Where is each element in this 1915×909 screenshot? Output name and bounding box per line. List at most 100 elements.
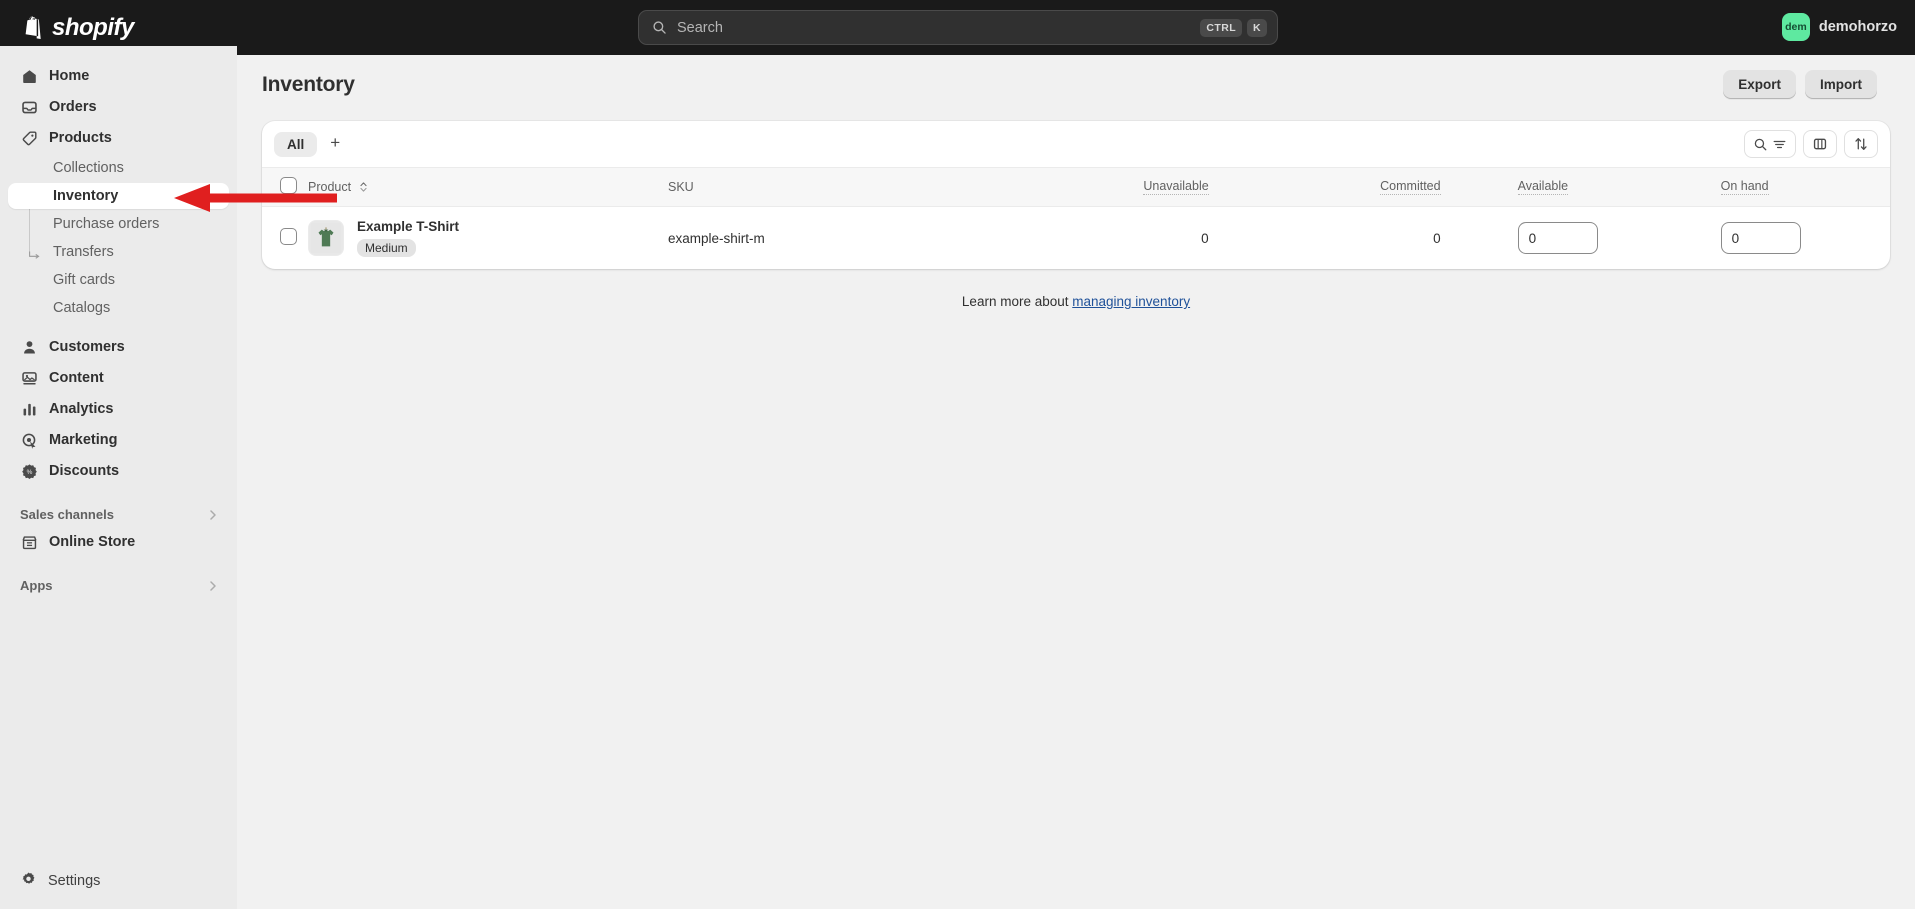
sidebar-section-apps[interactable]: Apps — [20, 578, 219, 593]
select-all-header — [262, 168, 308, 207]
edit-columns-icon — [1812, 136, 1828, 152]
sidebar-item-collections[interactable]: Collections — [8, 155, 229, 181]
table-tool-buttons — [1744, 130, 1878, 158]
sidebar-item-inventory[interactable]: Inventory — [8, 183, 229, 209]
on-hand-input[interactable] — [1721, 222, 1801, 254]
sidebar-item-label: Gift cards — [53, 272, 115, 288]
sidebar-item-label: Marketing — [49, 432, 118, 448]
column-label: On hand — [1721, 179, 1769, 195]
content-icon — [20, 369, 38, 387]
home-icon — [20, 67, 38, 85]
shopify-logo[interactable]: shopify — [22, 14, 134, 42]
view-tabs: All + — [274, 132, 350, 157]
sort-button[interactable] — [1844, 130, 1878, 158]
page-header-actions: Export Import — [1723, 70, 1877, 99]
sidebar-item-settings[interactable]: Settings — [8, 867, 229, 895]
sidebar-item-home[interactable]: Home — [8, 62, 229, 90]
row-checkbox[interactable] — [280, 228, 297, 245]
import-button[interactable]: Import — [1805, 70, 1877, 99]
sidebar-item-catalogs[interactable]: Catalogs — [8, 295, 229, 321]
sort-chevron-icon — [359, 181, 368, 193]
section-label: Apps — [20, 578, 53, 593]
sidebar-item-online-store[interactable]: Online Store — [8, 528, 229, 556]
search-icon — [1753, 137, 1768, 152]
sidebar-item-customers[interactable]: Customers — [8, 333, 229, 361]
sidebar-item-orders[interactable]: Orders — [8, 93, 229, 121]
sidebar-item-transfers[interactable]: Transfers — [8, 239, 229, 265]
sidebar: Home Orders Products Collections Invento… — [0, 46, 237, 909]
kbd-k: K — [1247, 19, 1267, 37]
column-label: Product — [308, 180, 351, 194]
column-header-committed: Committed — [1265, 168, 1502, 207]
learn-more-prefix: Learn more about — [962, 294, 1072, 309]
tshirt-image — [311, 223, 341, 253]
table-row[interactable]: Example T-Shirt Medium example-shirt-m 0… — [262, 207, 1890, 270]
sidebar-item-label: Settings — [48, 873, 100, 889]
column-header-product[interactable]: Product — [308, 168, 668, 207]
brand-name: shopify — [52, 14, 134, 42]
column-label: SKU — [668, 180, 694, 194]
sku-value: example-shirt-m — [668, 231, 765, 246]
product-thumbnail — [308, 220, 344, 256]
sidebar-item-label: Analytics — [49, 401, 113, 417]
managing-inventory-link[interactable]: managing inventory — [1072, 294, 1190, 309]
learn-more-text: Learn more about managing inventory — [237, 294, 1915, 309]
global-search-input[interactable]: Search CTRL K — [638, 10, 1278, 45]
user-menu-button[interactable]: dem demohorzo — [1780, 11, 1905, 43]
page-title: Inventory — [262, 73, 355, 97]
row-select-cell — [262, 207, 308, 270]
table-header-row: Product SKU Unavailable Committed — [262, 168, 1890, 207]
gear-icon — [20, 871, 37, 892]
add-view-button[interactable]: + — [320, 132, 350, 157]
table-header: Product SKU Unavailable Committed — [262, 168, 1890, 207]
select-all-checkbox[interactable] — [280, 177, 297, 194]
column-header-sku: SKU — [668, 168, 1028, 207]
sidebar-item-label: Catalogs — [53, 300, 110, 316]
sort-icon — [1853, 136, 1869, 152]
sidebar-item-products[interactable]: Products — [8, 124, 229, 152]
edit-columns-button[interactable] — [1803, 130, 1837, 158]
avatar: dem — [1782, 13, 1810, 41]
sidebar-item-purchase-orders[interactable]: Purchase orders — [8, 211, 229, 237]
column-header-unavailable: Unavailable — [1028, 168, 1265, 207]
tab-all[interactable]: All — [274, 132, 317, 157]
sidebar-item-label: Products — [49, 130, 112, 146]
marketing-icon — [20, 431, 38, 449]
column-label: Available — [1518, 179, 1569, 195]
sidebar-item-label: Content — [49, 370, 104, 386]
sidebar-item-label: Inventory — [53, 188, 118, 204]
column-label: Unavailable — [1143, 179, 1208, 195]
orders-icon — [20, 98, 38, 116]
discount-icon: % — [20, 462, 38, 480]
column-label: Committed — [1380, 179, 1440, 195]
product-cell: Example T-Shirt Medium — [308, 207, 668, 270]
sidebar-item-marketing[interactable]: Marketing — [8, 426, 229, 454]
section-label: Sales channels — [20, 507, 114, 522]
filter-icon — [1772, 137, 1787, 152]
sidebar-item-analytics[interactable]: Analytics — [8, 395, 229, 423]
chevron-right-icon — [207, 580, 219, 592]
sidebar-item-label: Purchase orders — [53, 216, 159, 232]
available-cell — [1502, 207, 1707, 270]
product-name: Example T-Shirt — [357, 219, 459, 234]
column-header-available: Available — [1502, 168, 1707, 207]
card-toolbar: All + — [262, 121, 1890, 167]
on-hand-cell — [1707, 207, 1890, 270]
sidebar-item-label: Orders — [49, 99, 97, 115]
sidebar-item-discounts[interactable]: % Discounts — [8, 457, 229, 485]
search-and-filter-button[interactable] — [1744, 130, 1796, 158]
sidebar-item-gift-cards[interactable]: Gift cards — [8, 267, 229, 293]
chevron-right-icon — [207, 509, 219, 521]
export-button[interactable]: Export — [1723, 70, 1796, 99]
sidebar-section-sales-channels[interactable]: Sales channels — [20, 507, 219, 522]
inventory-card: All + — [262, 121, 1890, 269]
search-icon — [652, 20, 667, 35]
analytics-icon — [20, 400, 38, 418]
column-header-on-hand: On hand — [1707, 168, 1890, 207]
sidebar-item-label: Collections — [53, 160, 124, 176]
available-input[interactable] — [1518, 222, 1598, 254]
user-name: demohorzo — [1819, 19, 1897, 35]
variant-badge: Medium — [357, 239, 416, 257]
sidebar-item-content[interactable]: Content — [8, 364, 229, 392]
sidebar-item-label: Transfers — [53, 244, 114, 260]
